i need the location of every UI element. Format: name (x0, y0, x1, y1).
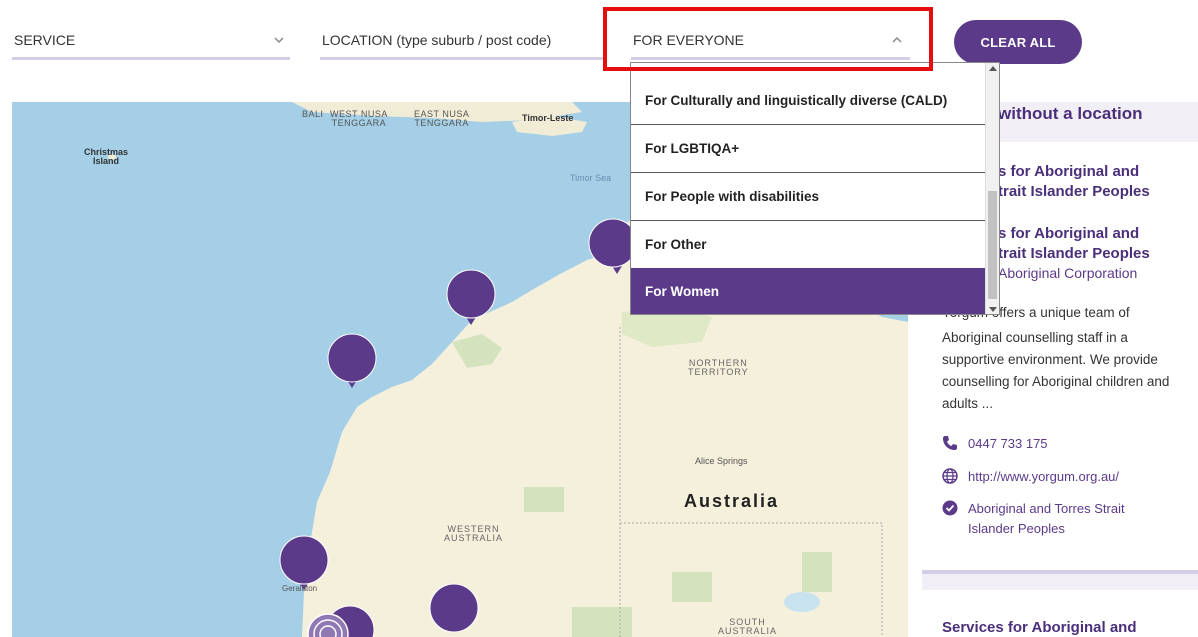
card-organisation: Aboriginal Corporation (998, 265, 1138, 281)
location-search-input[interactable]: LOCATION (type suburb / post code) (320, 22, 606, 60)
card-audience-line1: Aboriginal and Torres Strait (968, 501, 1125, 516)
map-label-geraldton: Geraldton (282, 584, 318, 593)
globe-icon (942, 468, 958, 484)
green-area (672, 572, 712, 602)
dropdown-option-cald[interactable]: For Culturally and linguistically divers… (631, 77, 987, 125)
audience-dropdown-list[interactable]: For Culturally and linguistically divers… (630, 62, 1000, 315)
map-marker[interactable] (327, 333, 377, 388)
dropdown-option-women[interactable]: For Women (631, 268, 987, 314)
panel-heading: without a location (998, 104, 1143, 123)
audience-filter-underline (631, 57, 910, 60)
phone-icon (943, 436, 957, 450)
card-title-line2: trait Islander Peoples (998, 183, 1150, 200)
service-filter-label: SERVICE (14, 32, 76, 48)
map-label-western-australia: WESTERN AUSTRALIA (444, 524, 504, 543)
chevron-down-icon (274, 37, 284, 44)
salt-lake (784, 592, 820, 612)
green-area (572, 607, 632, 637)
dropdown-option-other[interactable]: For Other (631, 221, 987, 269)
chevron-up-icon (892, 36, 902, 43)
scroll-up-arrow-icon[interactable] (989, 66, 997, 71)
scrollbar-thumb[interactable] (988, 191, 997, 299)
map-label-timor-sea: Timor Sea (570, 173, 612, 183)
card-title-line1: s for Aboriginal and (998, 163, 1140, 180)
dropdown-option-lgbtiqa[interactable]: For LGBTIQA+ (631, 125, 987, 173)
dropdown-scrollbar[interactable] (985, 63, 999, 314)
green-area (524, 487, 564, 512)
service-filter[interactable]: SERVICE (12, 22, 290, 60)
map-label-timor-leste: Timor-Leste (522, 113, 574, 123)
dropdown-option-disabilities[interactable]: For People with disabilities (631, 173, 987, 221)
card-desc-start-text: offers a unique team of (991, 305, 1130, 320)
map-label-alice-springs: Alice Springs (695, 456, 748, 466)
scroll-down-arrow-icon[interactable] (989, 307, 997, 312)
card-phone-text: 0447 733 175 (968, 436, 1048, 451)
location-input-underline (320, 57, 606, 60)
service-card[interactable]: Services for Aboriginal and (922, 590, 1198, 637)
map-label-northern-territory: NORTHERN TERRITORY (688, 358, 749, 377)
card-audience-text: Aboriginal and Torres Strait Islander Peo… (968, 499, 1125, 539)
location-placeholder: LOCATION (type suburb / post code) (322, 32, 552, 48)
audience-filter-label: FOR EVERYONE (633, 32, 744, 48)
card2-title[interactable]: Services for Aboriginal and (942, 618, 1192, 637)
card-subtitle-line1[interactable]: s for Aboriginal and (998, 224, 1198, 244)
service-filter-underline (12, 57, 290, 60)
green-area (802, 552, 832, 592)
card-description: Aboriginal counselling staff in a suppor… (942, 330, 1170, 411)
card-subtitle-line2[interactable]: trait Islander Peoples (998, 244, 1198, 264)
clear-all-button[interactable]: CLEAR ALL (954, 20, 1082, 64)
map-label-bali: BALI (302, 109, 324, 119)
card-website-link[interactable]: http://www.yorgum.org.au/ (942, 467, 1119, 487)
card-website-text: http://www.yorgum.org.au/ (968, 469, 1120, 484)
map-label-west-nusa: WEST NUSA TENGGARA (330, 109, 388, 128)
map-label-christmas-island: Christmas Island (84, 147, 129, 166)
map-label-south-australia: SOUTH AUSTRALIA (718, 617, 778, 636)
map-marker[interactable] (429, 583, 479, 633)
card-audience-line2: Islander Peoples (968, 521, 1065, 536)
map-label-east-nusa: EAST NUSA TENGGARA (414, 109, 470, 128)
check-circle-icon (942, 500, 958, 516)
card-audience: Aboriginal and Torres Strait Islander Peo… (942, 499, 1125, 539)
map-label-australia: Australia (684, 491, 780, 511)
card-phone[interactable]: 0447 733 175 (942, 434, 1048, 454)
audience-filter[interactable]: FOR EVERYONE (631, 22, 910, 60)
